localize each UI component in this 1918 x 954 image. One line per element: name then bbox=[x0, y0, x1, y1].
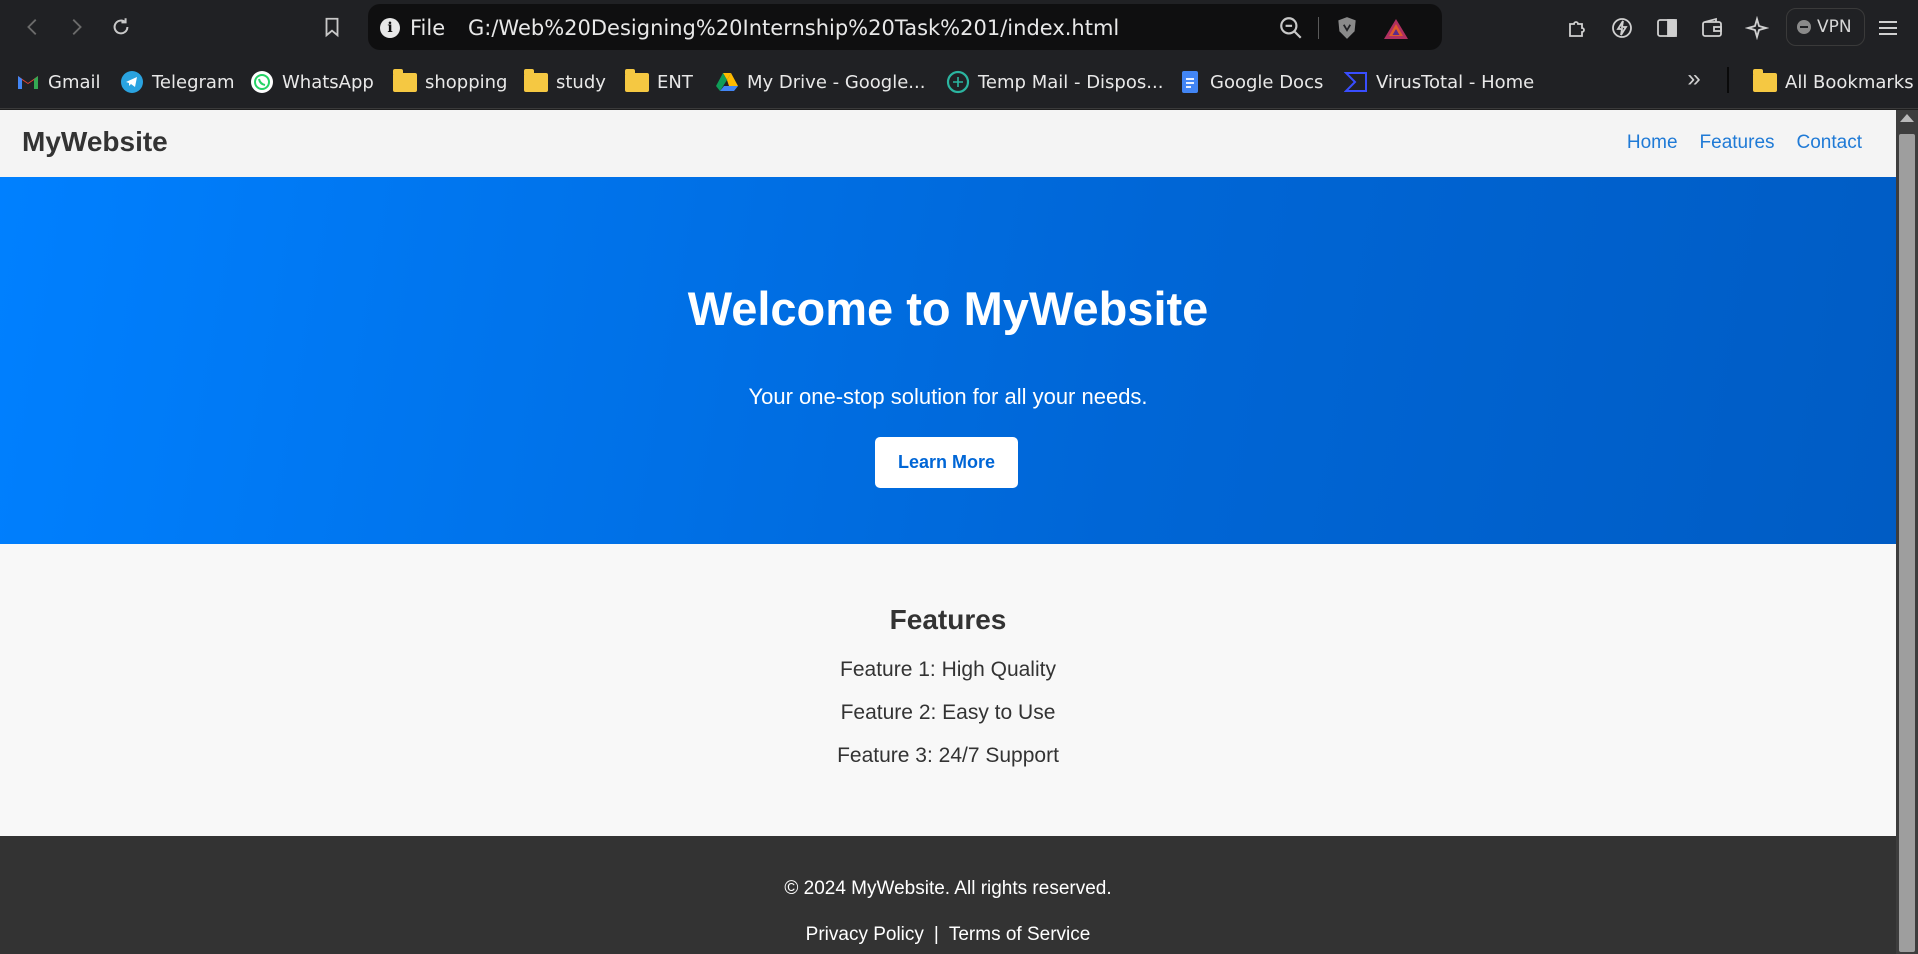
back-icon[interactable] bbox=[19, 12, 47, 42]
hero-title: Welcome to MyWebsite bbox=[687, 282, 1209, 335]
site-logo[interactable]: MyWebsite bbox=[22, 126, 168, 158]
address-bar[interactable]: i File G:/Web%20Designing%20Internship%2… bbox=[368, 4, 1442, 50]
bookmark-label: VirusTotal - Home bbox=[1376, 71, 1535, 93]
hero-subtitle: Your one-stop solution for all your need… bbox=[748, 384, 1148, 409]
bookmark-folder-study[interactable]: study bbox=[524, 67, 606, 97]
learn-more-button[interactable]: Learn More bbox=[875, 437, 1018, 488]
feature-item: Feature 1: High Quality bbox=[840, 658, 1056, 681]
bookmark-label: WhatsApp bbox=[282, 71, 374, 93]
footer-separator: | bbox=[933, 924, 939, 945]
bookmark-label: ENT bbox=[657, 71, 693, 93]
feature-item: Feature 3: 24/7 Support bbox=[837, 744, 1059, 767]
nav-link-features[interactable]: Features bbox=[1700, 132, 1775, 154]
virustotal-icon bbox=[1344, 70, 1368, 94]
temp-mail-icon bbox=[946, 70, 970, 94]
footer-links: Privacy Policy | Terms of Service bbox=[0, 924, 1896, 946]
forward-icon[interactable] bbox=[62, 12, 90, 42]
scrollbar-thumb[interactable] bbox=[1899, 134, 1915, 952]
page-viewport: MyWebsite Home Features Contact Welcome … bbox=[0, 110, 1896, 954]
all-bookmarks-label: All Bookmarks bbox=[1785, 71, 1914, 93]
info-icon[interactable]: i bbox=[380, 18, 400, 38]
folder-icon bbox=[1753, 68, 1777, 94]
bookmark-whatsapp[interactable]: WhatsApp bbox=[250, 67, 374, 97]
bookmark-gmail[interactable]: Gmail bbox=[16, 67, 101, 97]
terms-of-service-link[interactable]: Terms of Service bbox=[949, 924, 1090, 946]
vpn-label: VPN bbox=[1817, 17, 1852, 37]
bookmark-label: Google Docs bbox=[1210, 71, 1324, 93]
google-docs-icon bbox=[1178, 70, 1202, 94]
telegram-icon bbox=[120, 70, 144, 94]
bookmark-label: study bbox=[556, 71, 606, 93]
gmail-icon bbox=[16, 70, 40, 94]
scroll-up-icon[interactable] bbox=[1900, 114, 1914, 122]
site-header: MyWebsite Home Features Contact bbox=[0, 110, 1896, 177]
all-bookmarks-button[interactable]: All Bookmarks bbox=[1753, 67, 1914, 97]
url-scheme-label[interactable]: File bbox=[410, 16, 445, 40]
google-drive-icon bbox=[715, 70, 739, 94]
brave-shields-icon[interactable] bbox=[1334, 15, 1360, 41]
feature-item: Feature 2: Easy to Use bbox=[840, 701, 1056, 724]
bookmark-folder-shopping[interactable]: shopping bbox=[393, 67, 508, 97]
bookmark-folder-ent[interactable]: ENT bbox=[625, 67, 693, 97]
extensions-icon[interactable] bbox=[1563, 14, 1591, 42]
speedreader-icon[interactable] bbox=[1608, 14, 1636, 42]
url-divider bbox=[1318, 17, 1319, 39]
url-text[interactable]: G:/Web%20Designing%20Internship%20Task%2… bbox=[468, 16, 1119, 40]
nav-link-contact[interactable]: Contact bbox=[1797, 132, 1862, 154]
more-bookmarks-icon[interactable]: » bbox=[1680, 64, 1708, 94]
vpn-button[interactable]: VPN bbox=[1786, 8, 1865, 46]
bookmark-label: Temp Mail - Dispos... bbox=[978, 71, 1164, 93]
reload-icon[interactable] bbox=[107, 12, 135, 42]
features-section: Features Feature 1: High Quality Feature… bbox=[0, 544, 1896, 836]
nav-link-home[interactable]: Home bbox=[1627, 132, 1678, 154]
bookmark-virustotal[interactable]: VirusTotal - Home bbox=[1344, 67, 1534, 97]
bookmark-label: shopping bbox=[425, 71, 508, 93]
whatsapp-icon bbox=[250, 70, 274, 94]
privacy-policy-link[interactable]: Privacy Policy bbox=[806, 924, 924, 946]
site-footer: © 2024 MyWebsite. All rights reserved. P… bbox=[0, 836, 1896, 954]
bookmark-temp-mail[interactable]: Temp Mail - Dispos... bbox=[946, 67, 1163, 97]
bookmark-google-docs[interactable]: Google Docs bbox=[1178, 67, 1323, 97]
copyright-text: © 2024 MyWebsite. All rights reserved. bbox=[784, 878, 1112, 899]
brave-rewards-icon[interactable] bbox=[1382, 17, 1410, 41]
sidebar-icon[interactable] bbox=[1653, 14, 1681, 42]
bookmark-icon[interactable] bbox=[318, 12, 346, 42]
features-heading: Features bbox=[889, 604, 1007, 635]
vpn-status-icon bbox=[1797, 20, 1811, 34]
folder-icon bbox=[625, 68, 649, 94]
bookmarks-divider bbox=[1727, 67, 1729, 93]
bookmarks-bar: Gmail Telegram WhatsApp shopping study E… bbox=[0, 55, 1918, 109]
site-nav: Home Features Contact bbox=[1627, 132, 1862, 154]
bookmark-telegram[interactable]: Telegram bbox=[120, 67, 234, 97]
browser-toolbar: i File G:/Web%20Designing%20Internship%2… bbox=[0, 0, 1918, 55]
bookmark-label: My Drive - Google... bbox=[747, 71, 926, 93]
leo-ai-icon[interactable] bbox=[1743, 14, 1771, 42]
wallet-icon[interactable] bbox=[1698, 14, 1726, 42]
bookmark-label: Telegram bbox=[152, 71, 235, 93]
hero-section: Welcome to MyWebsite Your one-stop solut… bbox=[0, 177, 1896, 544]
folder-icon bbox=[393, 68, 417, 94]
bookmark-label: Gmail bbox=[48, 71, 101, 93]
bookmark-google-drive[interactable]: My Drive - Google... bbox=[715, 67, 925, 97]
menu-icon[interactable] bbox=[1874, 14, 1902, 42]
page-scrollbar[interactable] bbox=[1896, 110, 1918, 954]
folder-icon bbox=[524, 68, 548, 94]
zoom-out-icon[interactable] bbox=[1278, 15, 1304, 41]
